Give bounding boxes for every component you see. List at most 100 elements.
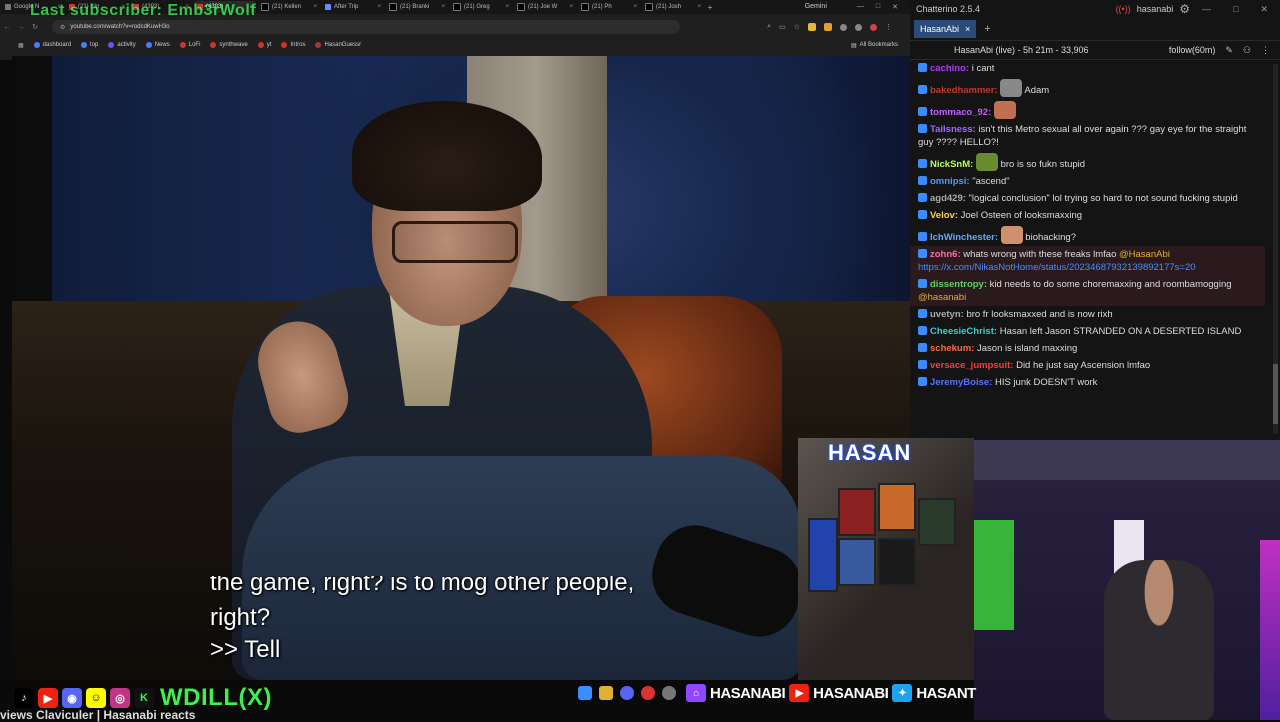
bookmark-yt[interactable]: yt <box>257 42 271 48</box>
chat-message[interactable]: zohn6: whats wrong with these freaks lmf… <box>910 246 1265 276</box>
tab-hasanabi[interactable]: HasanAbi × <box>914 20 977 38</box>
menu-kebab-icon[interactable]: ⋮ <box>885 23 892 31</box>
site-info-icon[interactable]: ⚙ <box>60 24 65 31</box>
back-button[interactable]: ← <box>0 24 14 31</box>
chat-message[interactable]: CheesieChrist: Hasan left Jason STRANDED… <box>910 323 1265 340</box>
chat-message[interactable]: JeremyBoise: HIS junk DOESN'T work <box>910 374 1265 391</box>
new-tab-button[interactable]: + <box>704 3 716 12</box>
close-tab-icon[interactable]: × <box>377 4 381 10</box>
bookmark-star-icon[interactable]: ☆ <box>794 23 800 31</box>
taskbar-apps <box>578 686 676 700</box>
tab-gemini[interactable]: Gemini <box>805 3 827 11</box>
all-bookmarks[interactable]: ▤ All Bookmarks <box>851 42 898 49</box>
users-icon[interactable]: ⚇ <box>1243 45 1251 56</box>
chat-username[interactable]: JeremyBoise: <box>930 377 992 388</box>
close-tab-icon[interactable]: × <box>569 4 573 10</box>
account-switcher[interactable]: ((•)) hasanabi ⚙ <box>1116 2 1190 16</box>
chat-username[interactable]: tommaco_92: <box>930 107 991 118</box>
chat-message[interactable]: cachino: i cant <box>910 60 1265 77</box>
chat-message[interactable]: Velov: Joel Osteen of looksmaxxing <box>910 207 1265 224</box>
chat-message[interactable]: bakedhammer: Adam <box>910 77 1265 99</box>
bookmark-hasanguessr[interactable]: HasanGuessr <box>315 42 361 48</box>
chat-message[interactable]: NickSnM: bro is so fukn stupid <box>910 151 1265 173</box>
bookmark-intros[interactable]: Intros <box>281 42 305 48</box>
chat-username[interactable]: schekum: <box>930 343 974 354</box>
profile-avatar-icon[interactable] <box>870 23 877 31</box>
chat-mention[interactable]: @hasanabi <box>918 292 966 303</box>
bookmark-synthwave[interactable]: synthwave <box>210 42 248 48</box>
chat-username[interactable]: omnipsi: <box>930 176 970 187</box>
browser-tab[interactable]: (21) Branki × <box>386 1 448 13</box>
close-tab-icon[interactable]: × <box>441 4 445 10</box>
zoom-icon[interactable]: ⌕ <box>767 23 771 31</box>
maximize-button[interactable]: □ <box>876 3 880 11</box>
settings-gear-icon[interactable]: ⚙ <box>1179 2 1190 16</box>
chat-username[interactable]: CheesieChrist: <box>930 326 997 337</box>
chat-message[interactable]: Tailsness: isn't this Metro sexual all o… <box>910 121 1265 151</box>
chrome-icon[interactable] <box>641 686 655 700</box>
chat-username[interactable]: dissentropy: <box>930 279 987 290</box>
menu-kebab-icon[interactable]: ⋮ <box>1261 45 1270 56</box>
windows-start-icon[interactable] <box>578 686 592 700</box>
file-explorer-icon[interactable] <box>599 686 613 700</box>
close-window-button[interactable]: ✕ <box>892 3 898 11</box>
bookmark-top[interactable]: top <box>81 42 98 48</box>
browser-tab[interactable]: (21) Kellen × <box>258 1 320 13</box>
browser-tab[interactable]: After Trip × <box>322 1 384 13</box>
chat-username[interactable]: IchWinchester: <box>930 232 998 243</box>
chat-message[interactable]: versace_jumpsuit: Did he just say Ascens… <box>910 357 1265 374</box>
extension-icon[interactable] <box>824 23 832 31</box>
scrollbar-thumb[interactable] <box>1273 364 1278 424</box>
close-tab-icon[interactable]: × <box>697 4 701 10</box>
chat-message[interactable]: omnipsi: "ascend" <box>910 173 1265 190</box>
chat-username[interactable]: versace_jumpsuit: <box>930 360 1013 371</box>
chat-mention[interactable]: @HasanAbi <box>1119 249 1170 260</box>
discord-app-icon[interactable] <box>620 686 634 700</box>
cast-icon[interactable]: ▭ <box>779 23 786 31</box>
chat-username[interactable]: uvetyn: <box>930 309 964 320</box>
close-tab-icon[interactable]: × <box>313 4 317 10</box>
close-window-button[interactable]: ✕ <box>1260 4 1268 15</box>
chat-message[interactable]: agd429: "logical conclusion" lol trying … <box>910 190 1265 207</box>
chat-message[interactable]: uvetyn: bro fr looksmaxxed and is now ri… <box>910 306 1265 323</box>
browser-tab[interactable]: (21) Josh × <box>642 1 704 13</box>
chat-scrollbar[interactable] <box>1273 64 1278 434</box>
bookmark-lofi[interactable]: LoFi <box>179 42 200 48</box>
chat-message[interactable]: IchWinchester: biohacking? <box>910 224 1265 246</box>
follow-mode[interactable]: follow(60m) <box>1169 45 1216 55</box>
chat-link[interactable]: https://x.com/NikasNotHome/status/202346… <box>918 261 1257 274</box>
maximize-button[interactable]: □ <box>1233 4 1238 15</box>
chat-message[interactable]: dissentropy: kid needs to do some chorem… <box>910 276 1265 306</box>
chatterino-icon[interactable] <box>662 686 676 700</box>
chat-username[interactable]: Tailsness: <box>930 124 976 135</box>
close-tab-icon[interactable]: × <box>965 24 970 34</box>
chat-username[interactable]: NickSnM: <box>930 159 973 170</box>
extensions-puzzle-icon[interactable] <box>855 23 862 31</box>
chat-username[interactable]: cachino: <box>930 63 969 74</box>
url-input[interactable]: ⚙ youtube.com/watch?v=rodcdKuwH3o <box>52 20 680 34</box>
browser-tab[interactable]: (21) Ph × <box>578 1 640 13</box>
minimize-button[interactable]: — <box>857 3 864 11</box>
apps-grid-icon[interactable]: ▦ <box>18 42 24 49</box>
chat-message[interactable]: tommaco_92: <box>910 99 1265 121</box>
close-tab-icon[interactable]: × <box>633 4 637 10</box>
extension-icon[interactable] <box>840 23 847 31</box>
edit-icon[interactable]: ✎ <box>1225 45 1233 56</box>
bookmark-dashboard[interactable]: dashboard <box>33 42 71 48</box>
reload-button[interactable]: ↻ <box>28 23 42 31</box>
chat-username[interactable]: bakedhammer: <box>930 85 998 96</box>
bookmark-news[interactable]: News <box>145 42 170 48</box>
add-tab-button[interactable]: + <box>984 23 990 35</box>
video-player[interactable]: the game, right? is to mog other people,… <box>12 56 910 680</box>
chat-username[interactable]: Velov: <box>930 210 958 221</box>
browser-tab[interactable]: (21) Joe W × <box>514 1 576 13</box>
chat-message[interactable]: schekum: Jason is island maxxing <box>910 340 1265 357</box>
minimize-button[interactable]: — <box>1202 4 1211 15</box>
chat-username[interactable]: agd429: <box>930 193 966 204</box>
browser-tab[interactable]: (21) Greg × <box>450 1 512 13</box>
forward-button[interactable]: → <box>14 24 28 31</box>
extension-icon[interactable] <box>808 23 816 31</box>
bookmark-activity[interactable]: activity <box>108 42 136 48</box>
close-tab-icon[interactable]: × <box>505 4 509 10</box>
chat-username[interactable]: zohn6: <box>930 249 961 260</box>
